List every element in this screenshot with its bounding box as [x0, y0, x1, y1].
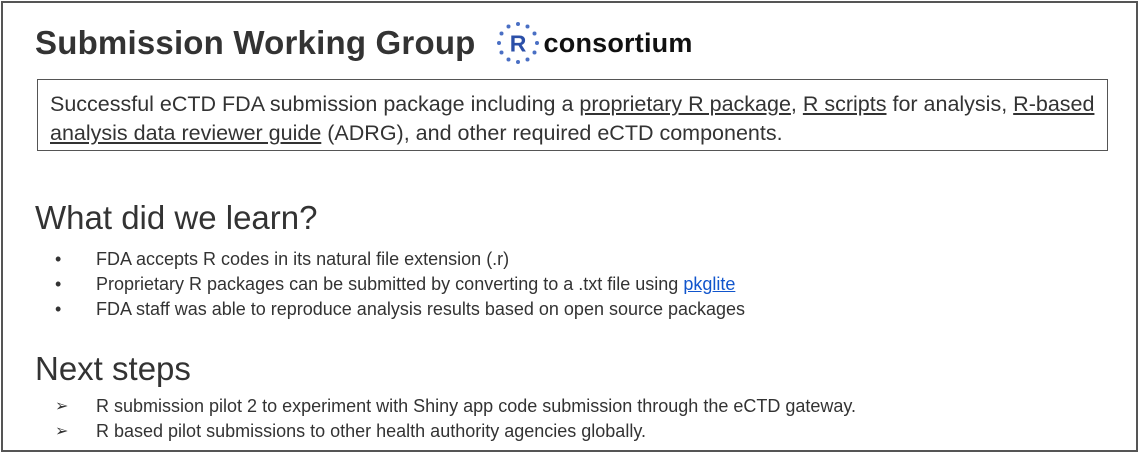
- pkglite-link[interactable]: pkglite: [683, 274, 735, 294]
- list-item: • FDA staff was able to reproduce analys…: [55, 297, 745, 322]
- list-item-text: FDA accepts R codes in its natural file …: [96, 249, 510, 269]
- summary-text: Successful eCTD FDA submission package i…: [50, 92, 580, 116]
- learn-heading: What did we learn?: [35, 199, 318, 236]
- summary-box: Successful eCTD FDA submission package i…: [37, 79, 1108, 151]
- list-item-text: FDA staff was able to reproduce analysis…: [96, 299, 746, 319]
- r-scripts-link[interactable]: R scripts: [803, 92, 887, 116]
- list-item: ➢ R based pilot submissions to other hea…: [55, 419, 856, 444]
- summary-text: for analysis,: [886, 92, 1014, 116]
- arrow-bullet-icon: ➢: [55, 398, 69, 415]
- arrow-bullet-icon: ➢: [55, 423, 69, 440]
- proprietary-r-package-link[interactable]: proprietary R package: [579, 92, 791, 116]
- next-steps-list: ➢ R submission pilot 2 to experiment wit…: [55, 394, 856, 444]
- list-item-text-part: Proprietary R packages can be submitted …: [96, 274, 684, 294]
- list-item: • FDA accepts R codes in its natural fil…: [55, 247, 745, 272]
- list-item-text: R based pilot submissions to other healt…: [96, 421, 646, 441]
- list-item: • Proprietary R packages can be submitte…: [55, 272, 745, 297]
- r-consortium-logo: R consortium: [496, 21, 693, 65]
- summary-text: (ADRG), and other required eCTD componen…: [321, 121, 783, 145]
- list-item-text: Proprietary R packages can be submitted …: [96, 272, 735, 297]
- learn-list: • FDA accepts R codes in its natural fil…: [55, 247, 745, 322]
- summary-text: ,: [790, 92, 803, 116]
- slide-frame: Submission Working Group R consortium Su…: [1, 1, 1138, 452]
- list-item: ➢ R submission pilot 2 to experiment wit…: [55, 394, 856, 419]
- bullet-marker: •: [55, 249, 62, 269]
- list-item-text: R submission pilot 2 to experiment with …: [96, 396, 857, 416]
- r-consortium-logo-icon: R: [496, 22, 539, 64]
- logo-text: consortium: [543, 27, 693, 58]
- next-steps-heading: Next steps: [35, 350, 191, 387]
- bullet-marker: •: [55, 299, 62, 319]
- title-row: Submission Working Group R consortium: [35, 21, 693, 65]
- logo-letter: R: [509, 31, 526, 57]
- bullet-marker: •: [55, 274, 62, 294]
- page-title: Submission Working Group: [35, 24, 476, 61]
